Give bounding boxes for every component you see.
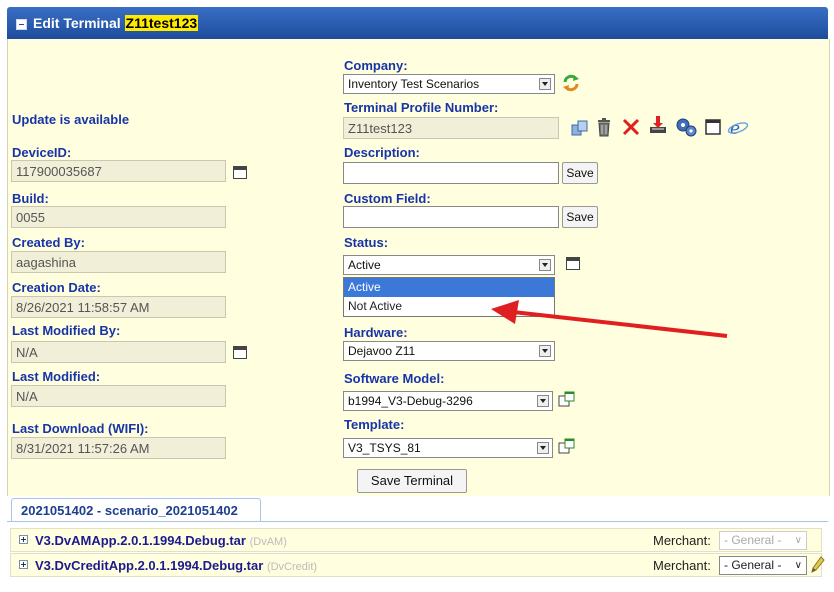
settings-gears-icon[interactable] xyxy=(675,117,697,137)
description-input[interactable] xyxy=(343,162,559,184)
software-model-select[interactable]: b1994_V3-Debug-3296 xyxy=(343,391,553,411)
package-tag: (DvAM) xyxy=(249,536,287,548)
last-modified-by-field: N/A xyxy=(11,341,226,363)
merchant-select-value: - General - xyxy=(724,558,782,572)
package-row: V3.DvAMApp.2.0.1.1994.Debug.tar (DvAM) M… xyxy=(10,528,822,552)
custom-field-save-button[interactable]: Save xyxy=(562,206,598,228)
software-model-select-value: b1994_V3-Debug-3296 xyxy=(348,394,473,408)
dropdown-arrow-icon xyxy=(537,395,549,407)
dropdown-arrow-icon xyxy=(539,78,551,90)
copy-icon[interactable] xyxy=(571,120,589,136)
package-name: V3.DvAMApp.2.0.1.1994.Debug.tar (DvAM) xyxy=(35,533,287,548)
open-popup-icon[interactable] xyxy=(558,390,576,408)
package-row: V3.DvCreditApp.2.0.1.1994.Debug.tar (DvC… xyxy=(10,553,825,577)
last-modified-by-label: Last Modified By: xyxy=(12,323,121,338)
creation-date-field: 8/26/2021 11:58:57 AM xyxy=(11,296,226,318)
status-select-value: Active xyxy=(348,258,381,272)
edit-pencil-icon[interactable] xyxy=(811,556,825,574)
title-bar: Edit Terminal Z11test123 xyxy=(7,7,828,39)
trash-icon[interactable] xyxy=(596,117,612,137)
edit-terminal-panel: Edit Terminal Z11test123 Update is avail… xyxy=(0,0,834,592)
company-label: Company: xyxy=(344,58,408,73)
custom-field-input[interactable] xyxy=(343,206,559,228)
created-by-label: Created By: xyxy=(12,235,85,250)
last-download-field: 8/31/2021 11:57:26 AM xyxy=(11,437,226,459)
download-icon[interactable] xyxy=(648,115,668,135)
open-popup-icon[interactable] xyxy=(558,437,576,455)
creation-date-label: Creation Date: xyxy=(12,280,101,295)
collapse-icon[interactable] xyxy=(16,19,27,30)
calendar-icon[interactable] xyxy=(233,166,247,179)
last-modified-label: Last Modified: xyxy=(12,369,101,384)
chevron-down-icon: ∨ xyxy=(794,535,802,546)
red-arrow-annotation xyxy=(491,300,728,338)
window-icon[interactable] xyxy=(705,119,721,135)
software-model-label: Software Model: xyxy=(344,371,445,386)
hardware-select[interactable]: Dejavoo Z11 xyxy=(343,341,555,361)
internet-explorer-icon[interactable]: e xyxy=(727,116,749,138)
company-select-value: Inventory Test Scenarios xyxy=(348,77,480,91)
merchant-select: - General - ∨ xyxy=(719,531,807,550)
calendar-icon[interactable] xyxy=(233,346,247,359)
refresh-icon[interactable] xyxy=(561,73,581,93)
tab-scenario[interactable]: 2021051402 - scenario_2021051402 xyxy=(11,498,261,522)
expand-icon[interactable] xyxy=(19,535,28,544)
page-title: Edit Terminal Z11test123 xyxy=(33,15,199,31)
merchant-label: Merchant: xyxy=(653,533,711,548)
svg-text:e: e xyxy=(730,119,740,138)
created-by-field: aagashina xyxy=(11,251,226,273)
delete-x-icon[interactable] xyxy=(622,118,640,136)
merchant-label: Merchant: xyxy=(653,558,711,573)
merchant-select[interactable]: - General - ∨ xyxy=(719,556,807,575)
dropdown-arrow-icon xyxy=(537,442,549,454)
template-select-value: V3_TSYS_81 xyxy=(348,441,421,455)
tab-divider xyxy=(7,521,828,522)
package-filename: V3.DvCreditApp.2.0.1.1994.Debug.tar xyxy=(35,558,264,573)
dropdown-arrow-icon xyxy=(539,259,551,271)
title-prefix: Edit Terminal xyxy=(33,15,121,31)
calendar-icon[interactable] xyxy=(566,257,580,270)
update-available-notice: Update is available xyxy=(12,112,130,127)
expand-icon[interactable] xyxy=(19,560,28,569)
status-label: Status: xyxy=(344,235,389,250)
dropdown-arrow-icon xyxy=(539,345,551,357)
last-modified-field: N/A xyxy=(11,385,226,407)
template-label: Template: xyxy=(344,417,405,432)
package-filename: V3.DvAMApp.2.0.1.1994.Debug.tar xyxy=(35,533,246,548)
last-download-label: Last Download (WIFI): xyxy=(12,421,149,436)
device-id-field: 117900035687 xyxy=(11,160,226,182)
profile-number-field: Z11test123 xyxy=(343,117,559,139)
package-tag: (DvCredit) xyxy=(266,561,318,573)
status-select[interactable]: Active xyxy=(343,255,555,275)
package-name: V3.DvCreditApp.2.0.1.1994.Debug.tar (DvC… xyxy=(35,558,317,573)
profile-number-label: Terminal Profile Number: xyxy=(344,100,499,115)
description-save-button[interactable]: Save xyxy=(562,162,598,184)
description-label: Description: xyxy=(344,145,420,160)
device-id-label: DeviceID: xyxy=(12,145,72,160)
terminal-name-highlight: Z11test123 xyxy=(124,15,199,31)
template-select[interactable]: V3_TSYS_81 xyxy=(343,438,553,458)
build-field: 0055 xyxy=(11,206,226,228)
hardware-select-value: Dejavoo Z11 xyxy=(348,344,416,358)
build-label: Build: xyxy=(12,191,49,206)
custom-field-label: Custom Field: xyxy=(344,191,431,206)
merchant-select-value: - General - xyxy=(724,533,782,547)
company-select[interactable]: Inventory Test Scenarios xyxy=(343,74,555,94)
hardware-label: Hardware: xyxy=(344,325,408,340)
save-terminal-button[interactable]: Save Terminal xyxy=(357,469,467,493)
chevron-down-icon: ∨ xyxy=(794,560,802,571)
